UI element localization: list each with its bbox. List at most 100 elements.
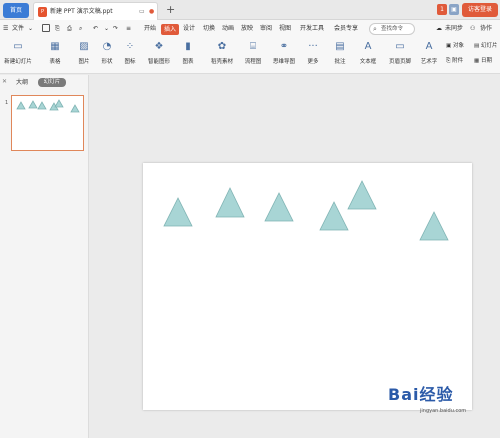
chevron-down-icon[interactable]: ⌄ — [28, 24, 33, 34]
command-search[interactable]: ⌕ 查找命令 — [369, 23, 415, 35]
close-panel-icon[interactable]: ✕ — [2, 78, 7, 85]
tab-slideshow[interactable]: 放映 — [241, 24, 253, 34]
object-label: 对象 — [452, 43, 464, 49]
slide-number-label: 幻灯片 — [480, 43, 498, 49]
table-button[interactable]: ▦ 表格 — [44, 40, 66, 72]
layout-icon[interactable]: ▣ — [449, 4, 459, 15]
more-button[interactable]: ··· 更多 — [303, 40, 323, 72]
tab-insert[interactable]: 插入 — [161, 24, 179, 35]
date-time-button[interactable]: ▦ 日期 — [474, 56, 492, 66]
tab-view[interactable]: 视图 — [279, 24, 291, 34]
smart-graphic-label: 智能图形 — [147, 59, 170, 65]
preview-icon[interactable]: ⌕ — [79, 24, 82, 34]
monitor-icon[interactable]: ▭ — [139, 7, 145, 17]
smart-graphic-button[interactable]: ❖ 智能图形 — [143, 40, 175, 72]
export-icon[interactable]: ⎘ — [55, 24, 60, 34]
redo-icon[interactable]: ↷ — [113, 24, 118, 34]
material-button[interactable]: ✿ 稻壳素材 — [207, 40, 237, 72]
slide-number: 1 — [5, 100, 9, 106]
tab-outline[interactable]: 大纲 — [16, 78, 28, 87]
slide-canvas[interactable] — [143, 163, 472, 410]
tab-review[interactable]: 审阅 — [260, 24, 272, 34]
shape-icon: ◔ — [102, 41, 112, 52]
save-icon[interactable] — [42, 24, 50, 32]
material-label: 稻壳素材 — [210, 59, 233, 65]
triangle-shape[interactable] — [163, 197, 193, 227]
chart-label: 图表 — [182, 59, 194, 65]
textbox-label: 文本框 — [359, 59, 377, 65]
material-icon: ✿ — [217, 41, 227, 52]
flowchart-button[interactable]: ⌸ 流程图 — [240, 40, 266, 72]
new-slide-button[interactable]: ▭ 新建幻灯片 — [0, 40, 36, 72]
tab-design[interactable]: 设计 — [183, 24, 195, 34]
more-icon: ··· — [308, 41, 318, 52]
attachment-label: 附件 — [452, 58, 464, 64]
tab-developer[interactable]: 开发工具 — [300, 24, 324, 34]
chart-button[interactable]: ▮ 图表 — [178, 40, 198, 72]
window-icon[interactable]: 1 — [437, 4, 447, 15]
header-footer-button[interactable]: ▭ 页眉页脚 — [386, 40, 414, 72]
document-tab[interactable]: P 新建 PPT 演示文稿.ppt ▭ ● — [33, 2, 158, 20]
object-button[interactable]: ▣ 对象 — [446, 41, 464, 51]
shape-button[interactable]: ◔ 形状 — [97, 40, 117, 72]
tab-animation[interactable]: 动画 — [222, 24, 234, 34]
tab-start[interactable]: 开始 — [144, 24, 156, 34]
tab-slides[interactable]: 幻灯片 — [38, 78, 66, 87]
object-icon: ▣ — [446, 43, 453, 49]
sync-status[interactable]: 未同步 — [445, 24, 463, 34]
more-label: 更多 — [307, 59, 319, 65]
wordart-button[interactable]: A 艺术字 — [417, 40, 441, 72]
flowchart-icon: ⌸ — [250, 41, 256, 52]
undo-icon[interactable]: ↶ — [93, 24, 98, 34]
collab-icon[interactable]: ⚇ — [470, 24, 475, 34]
search-label: 查找命令 — [381, 26, 404, 32]
slide-shapes — [163, 180, 449, 241]
slide-thumbnail[interactable] — [11, 95, 84, 151]
slide-panel: ✕ 大纲 幻灯片 1 — [0, 75, 89, 438]
menu-bar: ☰ 文件 ⌄ ⎘ ⎙ ⌕ ↶ ⌄ ↷ ≡ 开始 插入 设计 切换 动画 放映 审… — [0, 20, 500, 38]
icons-label: 图标 — [124, 59, 136, 65]
menu-icon[interactable]: ☰ — [3, 24, 8, 34]
home-tab[interactable]: 首页 — [3, 3, 29, 18]
new-tab-button[interactable]: + — [166, 2, 175, 18]
collab-button[interactable]: 协作 — [480, 24, 492, 34]
ppt-file-icon: P — [38, 7, 47, 17]
login-button[interactable]: 访客登录 — [462, 3, 498, 17]
slide-number-button[interactable]: ▤ 幻灯片 — [474, 41, 497, 51]
shape-label: 形状 — [101, 59, 113, 65]
print-icon[interactable]: ⎙ — [67, 24, 72, 34]
slide-number-icon: ▤ — [474, 43, 481, 49]
picture-button[interactable]: ▨ 图片 — [74, 40, 94, 72]
file-menu[interactable]: 文件 — [12, 24, 24, 34]
thumbnail-canvas — [16, 99, 80, 113]
triangle-shape[interactable] — [347, 180, 377, 210]
mindmap-label: 思维导图 — [272, 59, 295, 65]
watermark-logo: Bai经验 — [388, 385, 454, 404]
triangle-shape[interactable] — [215, 187, 245, 218]
comment-button[interactable]: ▤ 批注 — [331, 40, 349, 72]
icons-button[interactable]: ⁘ 图标 — [120, 40, 140, 72]
picture-label: 图片 — [78, 59, 90, 65]
table-icon: ▦ — [50, 41, 60, 52]
icons-icon: ⁘ — [125, 41, 135, 52]
mindmap-button[interactable]: ⚭ 思维导图 — [269, 40, 299, 72]
new-slide-label: 新建幻灯片 — [4, 59, 32, 65]
flowchart-label: 流程图 — [244, 59, 262, 65]
cloud-icon[interactable]: ☁ — [436, 24, 442, 34]
tab-transition[interactable]: 切换 — [203, 24, 215, 34]
textbox-button[interactable]: A 文本框 — [356, 40, 380, 72]
watermark-url: jingyan.baidu.com — [420, 408, 467, 414]
mindmap-icon: ⚭ — [279, 41, 289, 52]
more-icon[interactable]: ≡ — [126, 24, 131, 34]
thumb-triangle — [54, 99, 64, 108]
attachment-button[interactable]: ⎘ 附件 — [446, 56, 463, 66]
chevron-down-icon[interactable]: ⌄ — [104, 24, 109, 34]
thumb-triangle — [37, 101, 47, 110]
title-bar: 首页 P 新建 PPT 演示文稿.ppt ▭ ● + 1 ▣ 访客登录 — [0, 0, 500, 20]
triangle-shape[interactable] — [319, 201, 349, 231]
tab-member[interactable]: 会员专享 — [334, 24, 358, 34]
comment-icon: ▤ — [335, 41, 345, 52]
triangle-shape[interactable] — [419, 211, 449, 241]
triangle-shape[interactable] — [264, 192, 294, 222]
close-tab-icon[interactable]: ● — [149, 7, 154, 17]
